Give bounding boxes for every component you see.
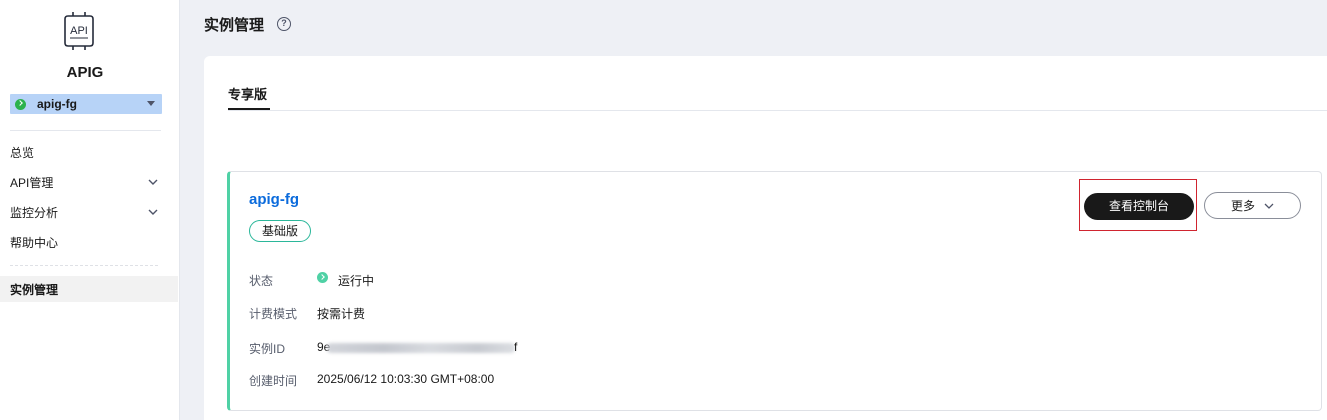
sidebar-item-overview[interactable]: 总览 [0,139,178,165]
more-button-label: 更多 [1230,199,1255,213]
sidebar-item-label: API管理 [10,175,54,190]
sidebar-item-help-center[interactable]: 帮助中心 [0,229,178,255]
sidebar-item-monitoring[interactable]: 监控分析 [0,199,178,225]
logo-text: API [70,25,88,37]
caret-down-icon [147,101,155,106]
page-title: 实例管理 [204,17,265,34]
brand-name: APIG [66,64,104,81]
tab-dedicated[interactable]: 专享版 [228,84,267,103]
instance-id-redacted [327,343,515,353]
instance-id-label: 实例ID [249,342,286,356]
created-time-label: 创建时间 [249,374,298,388]
view-console-button[interactable]: 查看控制台 [1084,193,1194,220]
running-status-icon [317,272,328,283]
instance-name-link[interactable]: apig-fg [249,191,299,208]
instance-selector-value: apig-fg [37,97,77,111]
edition-badge: 基础版 [249,220,311,242]
sidebar-divider [10,130,161,131]
chevron-down-icon [148,179,158,185]
billing-mode-label: 计费模式 [249,307,298,321]
created-time-value: 2025/06/12 10:03:30 GMT+08:00 [317,372,495,386]
sidebar-item-api-management[interactable]: API管理 [0,169,178,195]
sidebar: API APIG apig-fg 总览 API管理 监控分析 帮助中心 实例管理 [0,0,180,420]
status-label: 状态 [249,274,274,288]
instance-selector[interactable]: apig-fg [10,94,162,114]
instance-status-icon [15,98,26,110]
billing-mode-value: 按需计费 [317,307,366,321]
more-dropdown-button[interactable]: 更多 [1204,192,1301,219]
sidebar-dashed-divider [10,265,158,266]
sidebar-item-label: 监控分析 [10,205,59,220]
sidebar-item-label: 实例管理 [10,282,59,297]
chevron-down-icon [148,209,158,215]
sidebar-item-instance-management[interactable]: 实例管理 [0,276,178,302]
tab-bar-divider [228,110,1327,111]
sidebar-item-label: 总览 [10,145,35,160]
chevron-down-icon [1264,203,1274,209]
api-gateway-logo-icon: API [64,12,94,50]
question-circle-icon[interactable]: ? [277,17,291,31]
status-value: 运行中 [338,274,375,288]
sidebar-item-label: 帮助中心 [10,235,59,250]
instance-id-suffix: f [514,340,518,354]
